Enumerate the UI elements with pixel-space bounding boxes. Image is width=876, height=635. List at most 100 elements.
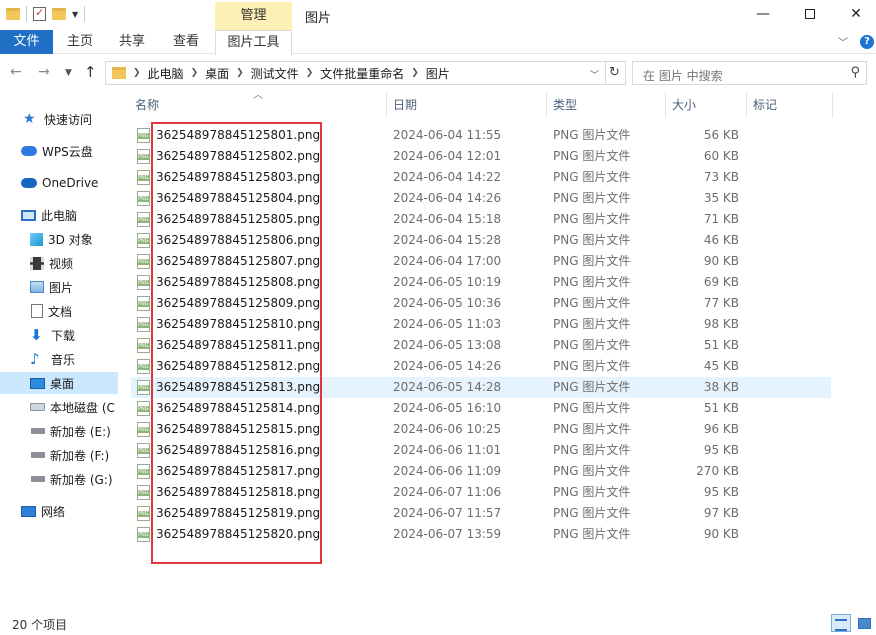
file-size: 73 KB	[703, 170, 739, 184]
table-row[interactable]: 362548978845125820.png 2024-06-07 13:59 PN…	[131, 524, 831, 545]
chevron-right-icon[interactable]: ❯	[411, 68, 419, 78]
sort-ascending-icon: ︿	[253, 90, 263, 101]
minimize-button[interactable]: —	[740, 0, 786, 30]
png-file-icon	[137, 149, 150, 164]
table-row[interactable]: 362548978845125810.png 2024-06-05 11:03 PN…	[131, 314, 831, 335]
column-divider[interactable]	[546, 92, 547, 118]
file-type: PNG 图片文件	[553, 527, 631, 541]
tab-home[interactable]: 主页	[60, 30, 100, 54]
table-row[interactable]: 362548978845125811.png 2024-06-05 13:08 PN…	[131, 335, 831, 356]
tab-share[interactable]: 共享	[112, 30, 152, 54]
sidebar-item-volume-e[interactable]: 新加卷 (E:)	[0, 420, 118, 442]
png-file-icon	[137, 527, 150, 542]
file-date: 2024-06-04 17:00	[393, 254, 502, 268]
table-row[interactable]: 362548978845125803.png 2024-06-04 14:22 PN…	[131, 167, 831, 188]
refresh-button[interactable]: ↻	[604, 61, 626, 85]
close-button[interactable]: ✕	[833, 0, 876, 30]
sidebar-item-network[interactable]: 网络	[0, 500, 118, 522]
sidebar-item-desktop[interactable]: 桌面	[0, 372, 118, 394]
sidebar-item-onedrive[interactable]: OneDrive	[0, 172, 118, 194]
sidebar-item-documents[interactable]: 文档	[0, 300, 118, 322]
sidebar-item-label: 网络	[41, 504, 66, 519]
sidebar-item-label: 视频	[49, 256, 74, 271]
recent-locations-icon[interactable]: ▼	[65, 68, 72, 78]
tab-file[interactable]: 文件	[0, 30, 53, 54]
breadcrumb-this-pc[interactable]: 此电脑	[148, 65, 184, 82]
table-row[interactable]: 362548978845125817.png 2024-06-06 11:09 PN…	[131, 461, 831, 482]
chevron-right-icon[interactable]: ❯	[236, 68, 244, 78]
search-input[interactable]: 在 图片 中搜索 ⚲	[632, 61, 867, 85]
column-divider[interactable]	[665, 92, 666, 118]
tab-picture-tools[interactable]: 图片工具	[215, 30, 292, 55]
sidebar-item-pictures[interactable]: 图片	[0, 276, 118, 298]
customize-toolbar-icon[interactable]: ▼	[72, 10, 78, 19]
help-icon[interactable]: ?	[860, 35, 874, 49]
search-placeholder: 在 图片 中搜索	[643, 69, 723, 83]
chevron-right-icon[interactable]: ❯	[191, 68, 199, 78]
sidebar-item-label: 本地磁盘 (C	[50, 400, 115, 415]
table-row[interactable]: 362548978845125818.png 2024-06-07 11:06 PN…	[131, 482, 831, 503]
details-view-button[interactable]	[831, 614, 851, 632]
sidebar-item-this-pc[interactable]: 此电脑	[0, 204, 118, 226]
sidebar-item-quick-access[interactable]: ★ 快速访问	[0, 108, 118, 130]
table-row[interactable]: 362548978845125814.png 2024-06-05 16:10 PN…	[131, 398, 831, 419]
breadcrumb-batch-rename[interactable]: 文件批量重命名	[320, 65, 404, 82]
sidebar-item-3d-objects[interactable]: 3D 对象	[0, 228, 118, 250]
search-icon[interactable]: ⚲	[850, 65, 860, 80]
sidebar-item-wps-cloud[interactable]: WPS云盘	[0, 140, 118, 162]
up-button[interactable]: ↑	[84, 63, 97, 81]
maximize-button[interactable]	[787, 0, 833, 30]
sidebar-item-music[interactable]: ♪ 音乐	[0, 348, 118, 370]
table-row[interactable]: 362548978845125812.png 2024-06-05 14:26 PN…	[131, 356, 831, 377]
table-row[interactable]: 362548978845125807.png 2024-06-04 17:00 PN…	[131, 251, 831, 272]
column-header-name[interactable]: 名称	[135, 92, 159, 118]
table-row[interactable]: 362548978845125806.png 2024-06-04 15:28 PN…	[131, 230, 831, 251]
table-row[interactable]: 362548978845125809.png 2024-06-05 10:36 PN…	[131, 293, 831, 314]
tab-view[interactable]: 查看	[166, 30, 206, 54]
large-icons-view-button[interactable]	[855, 614, 873, 632]
table-row[interactable]: 362548978845125805.png 2024-06-04 15:18 PN…	[131, 209, 831, 230]
sidebar-item-local-disk-c[interactable]: 本地磁盘 (C	[0, 396, 118, 418]
expand-ribbon-icon[interactable]: ﹀	[838, 34, 848, 49]
column-divider[interactable]	[832, 92, 833, 118]
file-date: 2024-06-04 14:22	[393, 170, 502, 184]
sidebar-item-downloads[interactable]: ⬇ 下载	[0, 324, 118, 346]
sidebar-item-label: 桌面	[50, 376, 75, 391]
file-type: PNG 图片文件	[553, 359, 631, 373]
back-button[interactable]: ←	[10, 64, 22, 80]
file-size: 35 KB	[703, 191, 739, 205]
properties-icon[interactable]	[33, 6, 46, 21]
sidebar-item-videos[interactable]: 视频	[0, 252, 118, 274]
column-header-tags[interactable]: 标记	[753, 92, 777, 118]
chevron-right-icon[interactable]: ❯	[306, 68, 314, 78]
forward-button[interactable]: →	[38, 64, 50, 80]
table-row[interactable]: 362548978845125819.png 2024-06-07 11:57 PN…	[131, 503, 831, 524]
column-header-date[interactable]: 日期	[393, 92, 417, 118]
table-row[interactable]: 362548978845125816.png 2024-06-06 11:01 PN…	[131, 440, 831, 461]
sidebar-item-volume-g[interactable]: 新加卷 (G:)	[0, 468, 118, 490]
table-row[interactable]: 362548978845125802.png 2024-06-04 12:01 PN…	[131, 146, 831, 167]
png-file-icon	[137, 401, 150, 416]
column-header-type[interactable]: 类型	[553, 92, 577, 118]
breadcrumb-test-files[interactable]: 测试文件	[251, 65, 299, 82]
chevron-right-icon[interactable]: ❯	[133, 68, 141, 78]
table-row[interactable]: 362548978845125801.png 2024-06-04 11:55 PN…	[131, 125, 831, 146]
column-header-size[interactable]: 大小	[672, 92, 696, 118]
table-row[interactable]: 362548978845125815.png 2024-06-06 10:25 PN…	[131, 419, 831, 440]
address-bar[interactable]: ❯ 此电脑 ❯ 桌面 ❯ 测试文件 ❯ 文件批量重命名 ❯ 图片 ﹀	[105, 61, 606, 85]
breadcrumb-pictures[interactable]: 图片	[426, 65, 450, 82]
ribbon-tabs: 文件 主页 共享 查看 图片工具 ﹀ ?	[0, 30, 876, 55]
file-name: 362548978845125805.png	[156, 212, 321, 226]
chevron-down-icon[interactable]: ﹀	[590, 68, 599, 81]
manage-contextual-tab[interactable]: 管理	[215, 2, 292, 30]
column-divider[interactable]	[746, 92, 747, 118]
sidebar-item-label: 音乐	[51, 352, 76, 367]
sidebar-item-volume-f[interactable]: 新加卷 (F:)	[0, 444, 118, 466]
table-row[interactable]: 362548978845125808.png 2024-06-05 10:19 PN…	[131, 272, 831, 293]
breadcrumb-desktop[interactable]: 桌面	[205, 65, 229, 82]
table-row[interactable]: 362548978845125813.png 2024-06-05 14:28 PN…	[131, 377, 831, 398]
table-row[interactable]: 362548978845125804.png 2024-06-04 14:26 PN…	[131, 188, 831, 209]
file-type: PNG 图片文件	[553, 191, 631, 205]
column-divider[interactable]	[386, 92, 387, 118]
new-folder-icon[interactable]	[52, 8, 66, 20]
